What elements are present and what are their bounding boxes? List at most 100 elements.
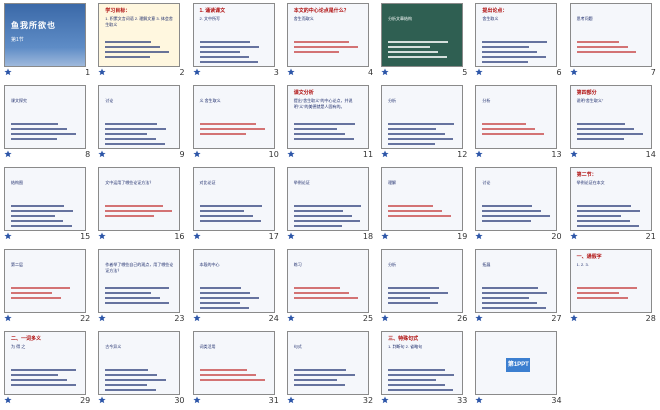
slide-number: 26 (457, 314, 468, 323)
slide-thumbnail[interactable]: 三、特殊句式 1. 判断句 2. 省略句 (381, 331, 464, 395)
slide-body-text: 作者举了哪些自己的观点，用了哪些论证方法？ (105, 262, 174, 273)
slide-transition-icon (381, 150, 389, 158)
slide-text-lines (293, 284, 362, 302)
slide-number: 18 (362, 232, 374, 241)
slide-thumbnail[interactable]: 分析 (475, 85, 558, 149)
slide-number: 13 (551, 150, 562, 159)
slide-body-text: 思考问题 (576, 16, 593, 21)
slide-body-text: 理解 (388, 180, 397, 185)
slide-thumbnail[interactable]: 分析文章结构 (381, 3, 464, 67)
slide-transition-icon (98, 396, 106, 404)
slide-title: 二、一词多义 (11, 336, 42, 342)
slide-number: 20 (551, 232, 562, 241)
slide-thumbnail[interactable]: 第1PPT (475, 331, 558, 395)
slide-thumbnail[interactable]: 课文探究 (4, 85, 86, 149)
slide-thumbnail[interactable]: 第二层 (4, 249, 86, 313)
slide-text-lines (388, 202, 456, 220)
slide-number: 33 (457, 396, 468, 405)
slide-body-text: 2. 文中所写 (199, 16, 220, 21)
slide-title: 1. 诵读课文 (199, 8, 226, 14)
slide-thumbnail[interactable]: 作者举了哪些自己的观点，用了哪些论证方法？ (98, 249, 181, 313)
slide-text-lines (11, 202, 79, 230)
slide-transition-icon (569, 232, 578, 240)
slide-number: 16 (174, 232, 185, 241)
slide-thumbnail[interactable]: 二、一词多义为 得 之 (4, 331, 86, 395)
slide-number: 19 (457, 232, 468, 241)
slide-thumbnail[interactable]: 义 舍生取义 (192, 85, 275, 149)
slide-body-text: 练习 (293, 262, 302, 267)
slide-transition-icon (192, 396, 201, 404)
slide-thumbnail[interactable]: 句式 (286, 331, 369, 395)
slide-body-text: 文中运用了哪些论证方法？ (105, 180, 154, 185)
slide-text-lines (388, 284, 456, 307)
slide-transition-icon (98, 150, 106, 158)
slide-thumbnail[interactable]: 课文分析 提出“舍生取义”的中心论点，并说明“义”的美德就是人固有的。 (286, 85, 369, 149)
slide-transition-icon (192, 150, 201, 158)
slide-cell: 1. 诵读课文 2. 文中所写 3 (189, 0, 283, 82)
slide-thumbnail[interactable]: 词类活用 (192, 331, 275, 395)
slide-number: 3 (273, 68, 279, 77)
slide-thumbnail[interactable]: 理解 (381, 167, 464, 231)
slide-cell: 分析 12 (377, 82, 471, 164)
slide-transition-icon (192, 68, 201, 76)
slide-body-text: 课文探究 (11, 98, 27, 103)
slide-cell: 分析文章结构 5 (377, 0, 471, 82)
slide-body-text: 舍生而取义 (293, 16, 314, 21)
slide-number: 12 (457, 150, 468, 159)
slide-transition-icon (569, 68, 578, 76)
slide-body-text: 分析 (388, 262, 397, 267)
slide-body-text: 拓展 (482, 262, 491, 267)
slide-thumbnail[interactable]: 讨论 (98, 85, 181, 149)
slide-number: 32 (362, 396, 374, 405)
slide-text-lines (576, 120, 645, 143)
slide-thumbnail[interactable]: 一、通假字 1. 2. 3. (569, 249, 652, 313)
slide-thumbnail[interactable]: 分析 (381, 249, 464, 313)
slide-cell: 文中运用了哪些论证方法？ 16 (94, 164, 188, 246)
slide-thumbnail[interactable]: 学习目标： 1. 积累文言词语 2. 理解文意 3. 体会舍生取义 (98, 3, 181, 67)
slide-body-text: 1. 积累文言词语 2. 理解文意 3. 体会舍生取义 (105, 16, 173, 27)
slide-thumbnail[interactable]: 结构图 (4, 167, 86, 231)
slide-number: 34 (551, 396, 562, 405)
slide-title: 鱼我所欲也 (11, 21, 56, 30)
slide-thumbnail[interactable]: 分析 (381, 85, 464, 149)
slide-text-lines (482, 284, 550, 312)
slide-text-lines (11, 284, 79, 302)
slide-number: 31 (268, 396, 279, 405)
slide-cell: 第二节： 举例论证在本文 21 (566, 164, 660, 246)
slide-cell: 课文探究 8 (0, 82, 94, 164)
slide-thumbnail[interactable]: 第四部分 说明“舍生取义” (569, 85, 652, 149)
slide-thumbnail[interactable]: 拓展 (475, 249, 558, 313)
slide-text-lines (293, 38, 362, 56)
slide-body-text: 第二层 (11, 262, 23, 267)
slide-text-lines (482, 38, 550, 66)
slide-thumbnail[interactable]: 提出论点： 舍生取义 (475, 3, 558, 67)
slide-cell: 作者举了哪些自己的观点，用了哪些论证方法？ 23 (94, 246, 188, 328)
slide-number: 17 (268, 232, 279, 241)
slide-cell: 第1PPT 34 (471, 328, 565, 410)
slide-thumbnail[interactable]: 第二节： 举例论证在本文 (569, 167, 652, 231)
slide-text-lines (388, 38, 456, 61)
slide-transition-icon (98, 232, 106, 240)
slide-thumbnail[interactable]: 对比论证 (192, 167, 275, 231)
slide-cell: 讨论 20 (471, 164, 565, 246)
slide-thumbnail[interactable]: 思考问题 (569, 3, 652, 67)
slide-cell: 古今异义 30 (94, 328, 188, 410)
slide-thumbnail[interactable]: 文中运用了哪些论证方法？ (98, 167, 181, 231)
slide-thumbnail[interactable]: 练习 (286, 249, 369, 313)
slide-number: 7 (650, 68, 656, 77)
slide-number: 9 (179, 150, 185, 159)
slide-transition-icon (287, 396, 295, 404)
slide-transition-icon (4, 314, 12, 322)
slide-cell: 分析 26 (377, 246, 471, 328)
slide-thumbnail[interactable]: 1. 诵读课文 2. 文中所写 (192, 3, 275, 67)
slide-body-text: 本段的中心 (199, 262, 220, 267)
slide-thumbnail[interactable]: 本段的中心 (192, 249, 275, 313)
slide-thumbnail[interactable]: 本文的中心论点是什么？ 舍生而取义 (286, 3, 369, 67)
slide-thumbnail[interactable]: 鱼我所欲也 第1节 (4, 3, 86, 67)
slide-transition-icon (475, 314, 483, 322)
slide-sorter: 鱼我所欲也 第1节 1 学习目标： 1. 积累文言词语 2. 理解文意 3. 体会舍生取… (0, 0, 660, 410)
slide-thumbnail[interactable]: 举例论证 (286, 167, 369, 231)
slide-thumbnail[interactable]: 讨论 (475, 167, 558, 231)
slide-title: 一、通假字 (576, 254, 602, 260)
slide-thumbnail[interactable]: 古今异义 (98, 331, 181, 395)
